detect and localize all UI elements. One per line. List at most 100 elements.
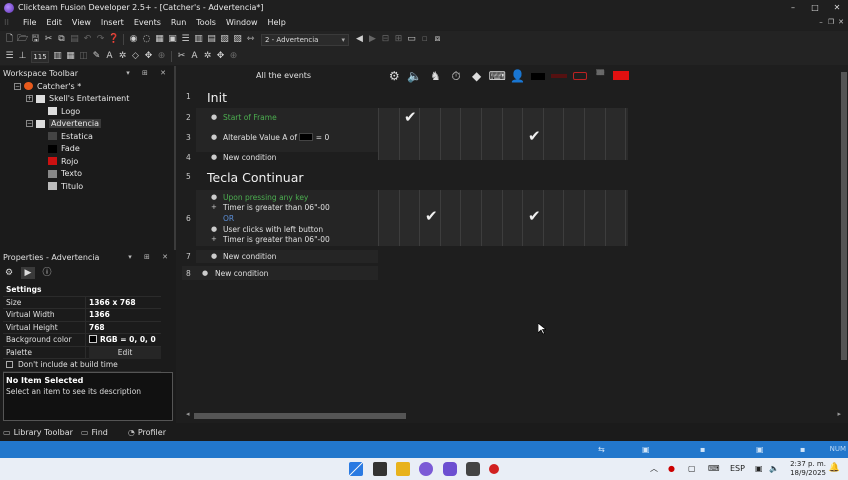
storyboard-icon[interactable]: ▦	[154, 34, 165, 45]
estatica-object-icon[interactable]	[549, 68, 570, 84]
paste-icon[interactable]: ▤	[69, 34, 80, 45]
speaker-icon[interactable]: 🔈	[769, 458, 779, 480]
fade-object-icon[interactable]	[528, 68, 549, 84]
terminal-icon[interactable]	[373, 462, 387, 476]
condition-text[interactable]: Timer is greater than 06"-00	[223, 203, 330, 212]
property-value[interactable]: 1366 x 768	[85, 296, 161, 308]
next-frame-icon[interactable]: ▶	[367, 34, 378, 45]
palette-edit-button[interactable]: Edit	[89, 346, 161, 359]
minimize-button[interactable]: –	[782, 0, 804, 15]
tools-2-icon[interactable]: ✂	[176, 51, 187, 62]
condition-text[interactable]: Start of Frame	[223, 113, 277, 122]
special-conditions-icon[interactable]: ⚙	[384, 68, 405, 84]
tab-profiler[interactable]: ◔ Profiler	[128, 428, 166, 437]
keyboard-icon[interactable]: ⌨	[708, 458, 720, 480]
effects-2-icon[interactable]: ✲	[202, 51, 213, 62]
discord-icon[interactable]	[443, 462, 457, 476]
tree-item[interactable]: Rojo	[0, 155, 174, 168]
language-indicator[interactable]: ESP	[730, 458, 745, 480]
grid-icon[interactable]: ▥	[52, 51, 63, 62]
menu-help[interactable]: Help	[263, 15, 291, 30]
frame-editor-icon[interactable]: ▣	[167, 34, 178, 45]
menu-edit[interactable]: Edit	[41, 15, 67, 30]
hierarchy-icon[interactable]: ▨	[219, 34, 230, 45]
info-icon[interactable]: ⓘ	[40, 267, 54, 279]
timer-icon[interactable]: ⏱	[446, 68, 467, 84]
menu-insert[interactable]: Insert	[96, 15, 129, 30]
tree-item[interactable]: − Advertencia	[0, 118, 174, 131]
close-button[interactable]: ✕	[826, 0, 848, 15]
or-operator[interactable]: OR	[223, 214, 234, 223]
frame-tool-icon[interactable]: ⊟	[380, 34, 391, 45]
menu-list-icon[interactable]: ☰	[4, 51, 15, 62]
sound-icon[interactable]: 🔈	[405, 68, 426, 84]
event-list-editor-icon[interactable]: ▧	[232, 34, 243, 45]
property-row[interactable]: Size 1366 x 768	[3, 296, 161, 309]
record-icon[interactable]	[489, 464, 499, 474]
menu-view[interactable]: View	[67, 15, 96, 30]
event-editor-icon[interactable]: ☰	[180, 34, 191, 45]
tree-item[interactable]: Texto	[0, 168, 174, 181]
property-row[interactable]: Virtual Width 1366	[3, 309, 161, 322]
background-color-value[interactable]: RGB = 0, 0, 0	[85, 334, 161, 346]
undo-icon[interactable]: ↶	[82, 34, 93, 45]
menu-run[interactable]: Run	[166, 15, 191, 30]
tree-item[interactable]: − Catcher's *	[0, 80, 174, 93]
group-title[interactable]: Init	[207, 90, 227, 105]
vertical-scroll-thumb[interactable]	[841, 72, 847, 360]
tray-network-2-icon[interactable]: ▢	[688, 458, 696, 480]
color-swatch[interactable]	[89, 335, 97, 343]
frame-selector[interactable]: 2 - Advertencia	[261, 33, 349, 46]
horizontal-scroll-thumb[interactable]	[194, 413, 406, 419]
cut-icon[interactable]: ✂	[43, 34, 54, 45]
snap-icon[interactable]: ▦	[65, 51, 76, 62]
workspace-header-controls[interactable]: ▾ ⊞ ✕	[126, 66, 171, 80]
property-row[interactable]: Don't include at build time	[3, 359, 161, 372]
move-2-icon[interactable]: ✥	[215, 51, 226, 62]
titulo-object-icon[interactable]: ▒▒	[590, 68, 611, 84]
new-condition-text[interactable]: New condition	[223, 153, 276, 162]
condition-text[interactable]: Timer is greater than 06"-00	[223, 235, 330, 244]
previous-frame-icon[interactable]: ◀	[354, 34, 365, 45]
property-value[interactable]: 1366	[85, 309, 161, 321]
new-condition-text[interactable]: New condition	[215, 269, 268, 278]
tree-item[interactable]: Estatica	[0, 130, 174, 143]
text-tool-2-icon[interactable]: A	[189, 51, 200, 62]
ruler-icon[interactable]: ◫	[78, 51, 89, 62]
menu-window[interactable]: Window	[221, 15, 263, 30]
align-icon[interactable]: ⊞	[393, 34, 404, 45]
expander-icon[interactable]: +	[26, 95, 33, 103]
check-mark[interactable]: ✔	[404, 110, 417, 125]
property-row[interactable]: Palette Edit	[3, 346, 161, 359]
open-folder-icon[interactable]: 🗁	[17, 34, 28, 45]
property-row[interactable]: Background color RGB = 0, 0, 0	[3, 334, 161, 347]
stop-icon[interactable]: ◌	[141, 34, 152, 45]
tree-item[interactable]: Fade	[0, 143, 174, 156]
maximize-button[interactable]: □	[804, 0, 826, 15]
start-icon[interactable]	[349, 462, 363, 476]
tray-app-icon[interactable]: ●	[668, 458, 675, 480]
build-checkbox-row[interactable]: Don't include at build time	[3, 359, 161, 371]
keyboard-mouse-icon[interactable]: ⌨	[487, 68, 508, 84]
doc-minimize-button[interactable]: –	[816, 15, 826, 30]
effects-icon[interactable]: ✲	[117, 51, 128, 62]
doc-close-button[interactable]: ✕	[836, 15, 846, 30]
doc-restore-button[interactable]: ❐	[826, 15, 836, 30]
window-mode-icon[interactable]: ▭	[406, 34, 417, 45]
move-icon[interactable]: ✥	[143, 51, 154, 62]
rojo-object-icon[interactable]	[611, 68, 632, 84]
gear-icon[interactable]: ⚙	[2, 267, 16, 279]
notification-bell-icon[interactable]: 🔔	[829, 463, 840, 473]
expander-icon[interactable]: −	[26, 120, 33, 128]
tab-library-toolbar[interactable]: ▭ Library Toolbar	[3, 428, 73, 437]
horizontal-scrollbar[interactable]: ◂ ▸	[186, 410, 841, 420]
export-icon[interactable]: ⧈	[432, 34, 443, 45]
properties-header-controls[interactable]: ▾ ⊞ ✕	[128, 250, 173, 264]
redo-icon[interactable]: ↷	[95, 34, 106, 45]
zoom-input[interactable]: 115	[31, 50, 49, 63]
texto-object-icon[interactable]	[569, 68, 590, 84]
expander-icon[interactable]: −	[14, 82, 21, 90]
layers-icon[interactable]: ◇	[130, 51, 141, 62]
options-2-icon[interactable]: ⊕	[228, 51, 239, 62]
property-row[interactable]: Virtual Height 768	[3, 321, 161, 334]
